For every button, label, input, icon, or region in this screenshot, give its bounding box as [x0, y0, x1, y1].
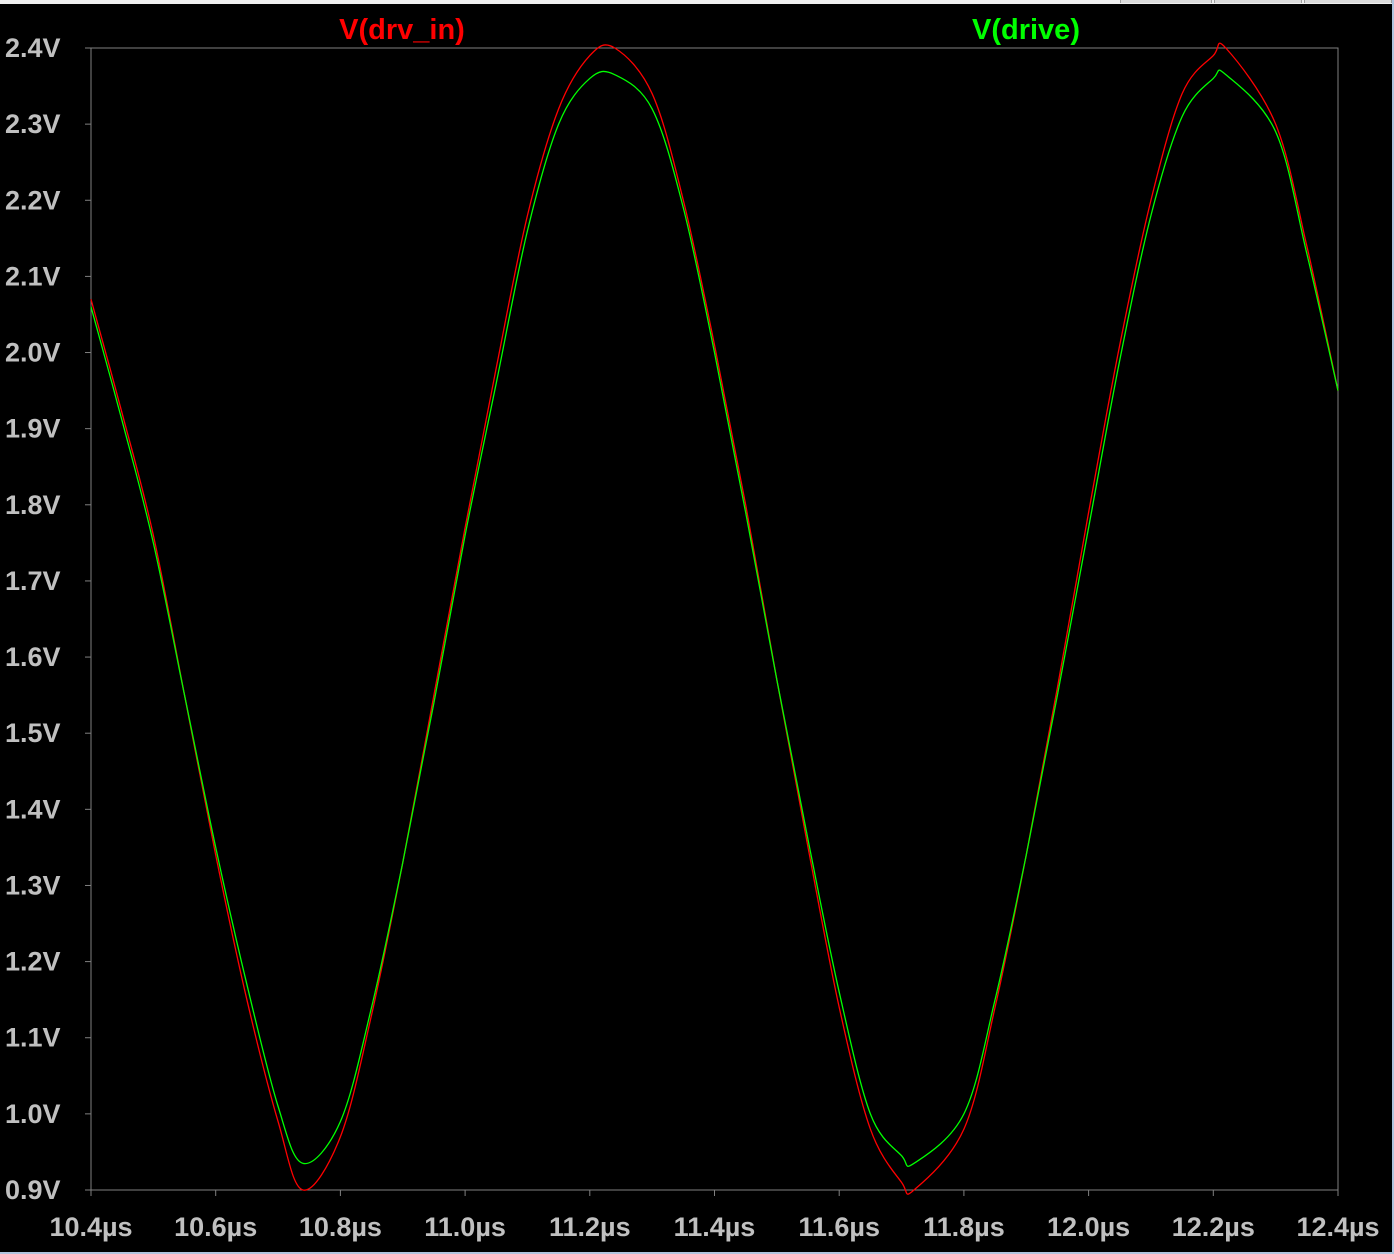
legend-label-drive: V(drive) — [972, 14, 1080, 46]
waveform-viewer-window: 2.4V 2.3V 2.2V 2.1V 2.0V 1.9V 1.8V 1.7V 1.6V 1.5V… — [0, 0, 1394, 1254]
x-tick-label: 10.8µs — [299, 1212, 382, 1242]
y-tick-label: 2.4V — [5, 33, 61, 63]
y-tick-label: 2.0V — [5, 338, 61, 368]
x-tick-label: 11.0µs — [424, 1212, 506, 1242]
x-tick-label: 12.2µs — [1172, 1212, 1255, 1242]
y-tick-label: 1.9V — [5, 414, 61, 444]
x-tick-label: 12.4µs — [1296, 1212, 1379, 1242]
x-tick-label: 12.0µs — [1047, 1212, 1130, 1242]
y-tick-label: 1.5V — [5, 718, 61, 748]
y-tick-label: 2.3V — [5, 109, 61, 139]
x-tick-label: 11.2µs — [549, 1212, 631, 1242]
y-tick-label: 1.2V — [5, 947, 61, 977]
x-tick-label: 11.6µs — [798, 1212, 880, 1242]
y-tick-label: 1.3V — [5, 870, 61, 900]
y-tick-label: 1.8V — [5, 490, 61, 520]
x-tick-label: 11.4µs — [674, 1212, 756, 1242]
series-line-drive — [90, 69, 1339, 1167]
y-tick-label: 1.7V — [5, 566, 61, 596]
y-tick-label: 0.9V — [5, 1175, 61, 1205]
y-tick-label: 2.2V — [5, 185, 61, 215]
legend-label-drv-in: V(drv_in) — [339, 14, 465, 46]
y-tick-label: 1.6V — [5, 642, 61, 672]
x-tick-label: 10.4µs — [49, 1212, 132, 1242]
y-tick-label: 1.4V — [5, 794, 61, 824]
x-tick-label: 10.6µs — [174, 1212, 257, 1242]
y-tick-label: 1.0V — [5, 1099, 61, 1129]
y-tick-label: 1.1V — [5, 1023, 61, 1053]
x-tick-label: 11.8µs — [923, 1212, 1005, 1242]
y-tick-label: 2.1V — [5, 261, 61, 291]
plot-frame — [90, 47, 1339, 1191]
waveform-plot[interactable]: 2.4V 2.3V 2.2V 2.1V 2.0V 1.9V 1.8V 1.7V 1.6V 1.5V… — [0, 0, 1394, 1254]
